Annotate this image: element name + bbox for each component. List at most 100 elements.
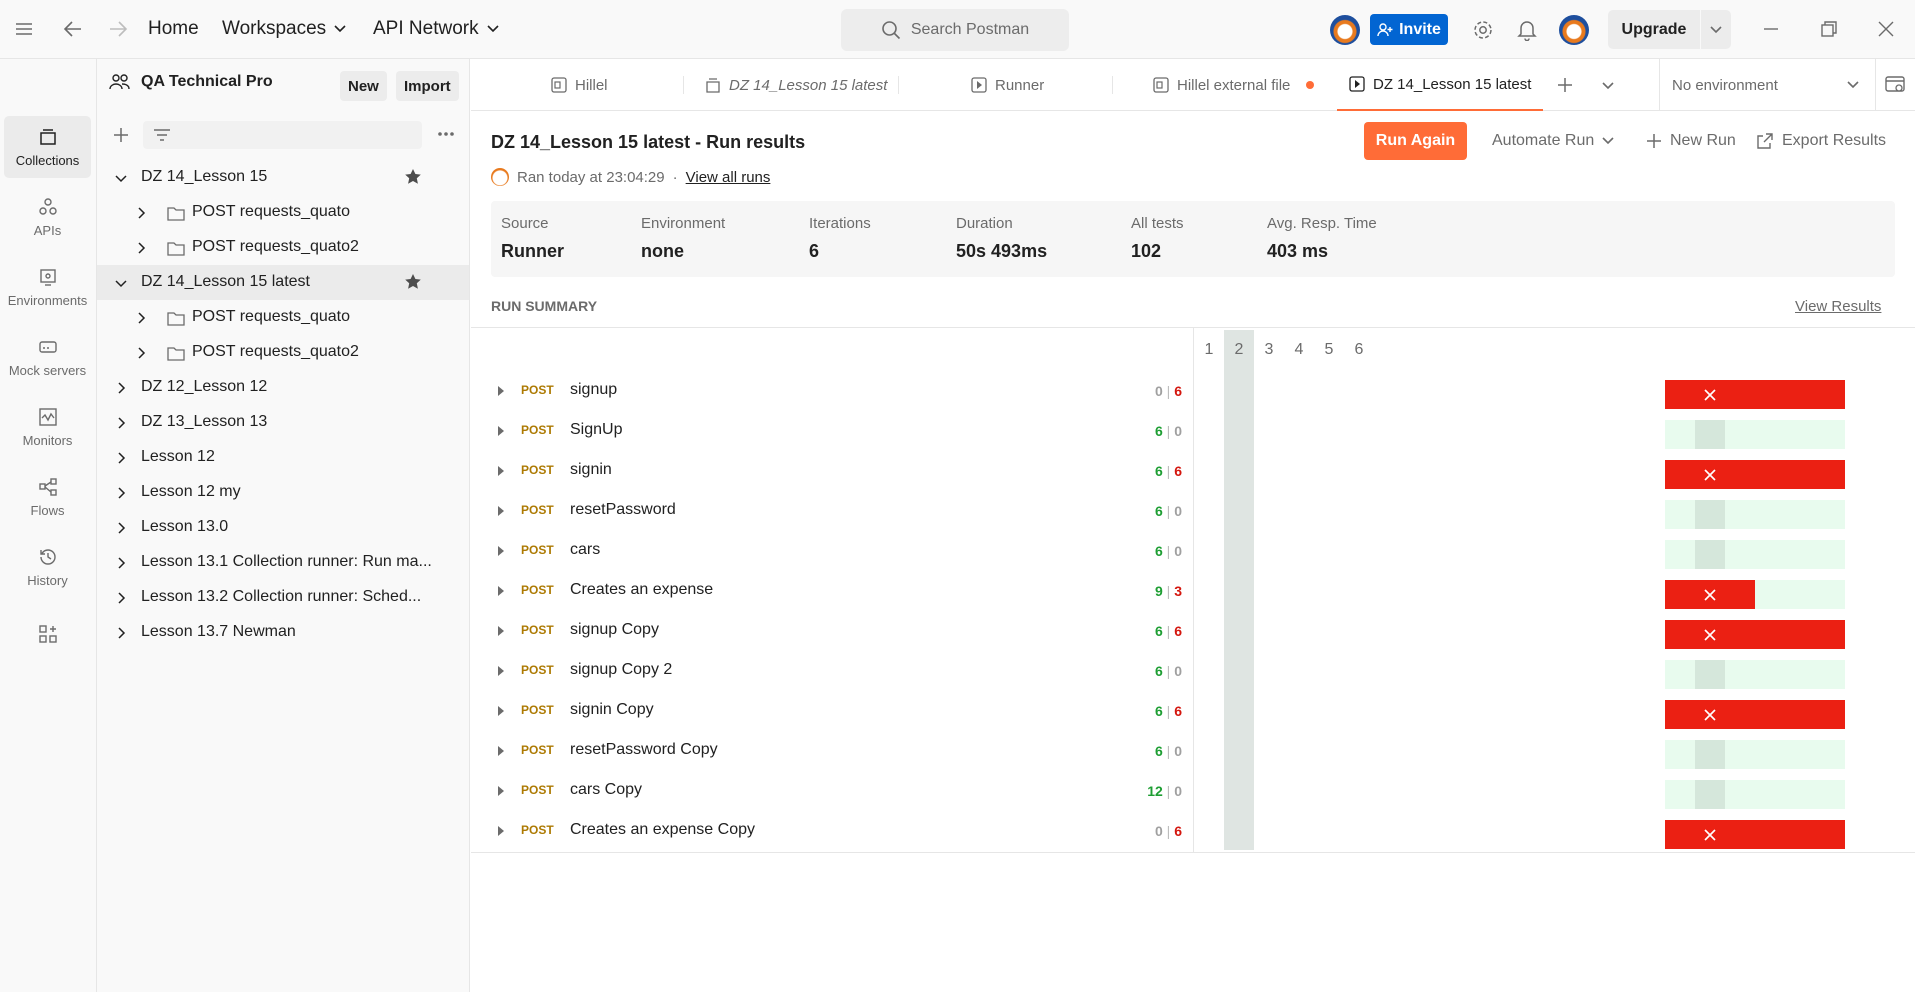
chevron-right-icon[interactable] <box>115 452 127 464</box>
iteration-number[interactable]: 6 <box>1344 341 1374 359</box>
iteration-number[interactable]: 2 <box>1224 341 1254 359</box>
chevron-down-icon[interactable] <box>115 277 127 289</box>
workspaces-menu[interactable]: Workspaces <box>222 18 346 40</box>
collection-item[interactable]: DZ 12_Lesson 12 <box>97 370 469 405</box>
team-avatar[interactable] <box>1330 15 1360 45</box>
new-tab-icon[interactable] <box>1557 77 1573 93</box>
upgrade-dropdown[interactable] <box>1701 10 1731 49</box>
collection-item[interactable]: DZ 13_Lesson 13 <box>97 405 469 440</box>
home-link[interactable]: Home <box>148 18 199 40</box>
add-collection-icon[interactable] <box>113 127 129 143</box>
rail-item-history[interactable]: History <box>4 536 91 598</box>
rail-item-flows[interactable]: Flows <box>4 466 91 528</box>
request-row[interactable]: POST signup Copy 6 | 6 <box>471 612 1915 652</box>
rail-item-apis[interactable]: APIs <box>4 186 91 248</box>
failed-x-icon[interactable] <box>1695 380 1725 409</box>
api-network-menu[interactable]: API Network <box>373 18 499 40</box>
chevron-right-icon[interactable] <box>115 592 127 604</box>
chevron-right-icon[interactable] <box>115 557 127 569</box>
more-options-icon[interactable] <box>437 131 455 137</box>
chevron-right-icon[interactable] <box>135 347 147 359</box>
folder-item[interactable]: POST requests_quato <box>97 195 469 230</box>
request-row[interactable]: POST signup 0 | 6 <box>471 372 1915 412</box>
upgrade-button[interactable]: Upgrade <box>1608 10 1700 49</box>
export-results-button[interactable]: Export Results <box>1756 122 1886 160</box>
configure-sidebar-icon[interactable] <box>4 612 91 656</box>
rail-item-monitors[interactable]: Monitors <box>4 396 91 458</box>
tab-hillel[interactable]: Hillel <box>551 59 608 111</box>
request-row[interactable]: POST resetPassword Copy 6 | 0 <box>471 732 1915 772</box>
tabs-dropdown-icon[interactable] <box>1602 82 1614 90</box>
restore-window-icon[interactable] <box>1820 20 1838 38</box>
iteration-number[interactable]: 1 <box>1194 341 1224 359</box>
view-results-link[interactable]: View Results <box>1795 298 1881 315</box>
forward-icon[interactable] <box>107 19 129 39</box>
rail-item-mock-servers[interactable]: Mock servers <box>4 326 91 388</box>
iteration-number[interactable]: 5 <box>1314 341 1344 359</box>
collection-item[interactable]: Lesson 13.7 Newman <box>97 615 469 650</box>
request-row[interactable]: POST signup Copy 26 | 0 <box>471 652 1915 692</box>
request-row[interactable]: POST signin Copy 6 | 6 <box>471 692 1915 732</box>
tab-collection-preview[interactable]: DZ 14_Lesson 15 latest <box>705 59 887 111</box>
folder-item[interactable]: POST requests_quato2 <box>97 230 469 265</box>
failed-x-icon[interactable] <box>1695 580 1725 609</box>
chevron-right-icon[interactable] <box>135 207 147 219</box>
star-icon[interactable] <box>404 273 422 291</box>
request-row[interactable]: POST Creates an expense Copy 0 | 6 <box>471 812 1915 852</box>
tab-run-results[interactable]: DZ 14_Lesson 15 latest <box>1337 59 1544 111</box>
minimize-window-icon[interactable] <box>1762 20 1780 38</box>
user-avatar[interactable] <box>1559 15 1589 45</box>
import-button[interactable]: Import <box>396 71 459 101</box>
chevron-right-icon[interactable] <box>115 382 127 394</box>
star-icon[interactable] <box>404 168 422 186</box>
rail-item-environments[interactable]: Environments <box>4 256 91 318</box>
view-all-runs-link[interactable]: View all runs <box>686 169 771 186</box>
collection-item[interactable]: DZ 14_Lesson 15 latest <box>97 265 469 300</box>
request-row[interactable]: POST cars Copy 12 | 0 <box>471 772 1915 812</box>
chevron-right-icon[interactable] <box>135 312 147 324</box>
collection-item[interactable]: Lesson 13.0 <box>97 510 469 545</box>
chevron-down-icon[interactable] <box>115 172 127 184</box>
new-button[interactable]: New <box>340 71 387 101</box>
close-window-icon[interactable] <box>1877 20 1895 38</box>
request-row[interactable]: POST signin 6 | 6 <box>471 452 1915 492</box>
tab-hillel-external-file[interactable]: Hillel external file <box>1153 59 1315 111</box>
chevron-right-icon[interactable] <box>115 487 127 499</box>
chevron-right-icon[interactable] <box>135 242 147 254</box>
request-row[interactable]: POST cars 6 | 0 <box>471 532 1915 572</box>
collection-item[interactable]: DZ 14_Lesson 15 <box>97 160 469 195</box>
collection-item[interactable]: Lesson 12 my <box>97 475 469 510</box>
chevron-right-icon[interactable] <box>115 627 127 639</box>
collection-item[interactable]: Lesson 13.2 Collection runner: Sched... <box>97 580 469 615</box>
failed-x-icon[interactable] <box>1695 460 1725 489</box>
back-icon[interactable] <box>62 19 84 39</box>
iteration-number[interactable]: 3 <box>1254 341 1284 359</box>
folder-item[interactable]: POST requests_quato2 <box>97 335 469 370</box>
chevron-right-icon[interactable] <box>115 417 127 429</box>
passed-count: 6 <box>1154 623 1163 639</box>
collection-item[interactable]: Lesson 13.1 Collection runner: Run ma... <box>97 545 469 580</box>
folder-item[interactable]: POST requests_quato <box>97 300 469 335</box>
search-input[interactable]: Search Postman <box>841 9 1069 51</box>
request-row[interactable]: POST Creates an expense 9 | 3 <box>471 572 1915 612</box>
notifications-icon[interactable] <box>1517 19 1537 41</box>
settings-icon[interactable] <box>1472 19 1494 41</box>
failed-x-icon[interactable] <box>1695 700 1725 729</box>
invite-button[interactable]: Invite <box>1370 14 1448 45</box>
environment-quick-look-icon[interactable] <box>1885 75 1905 95</box>
filter-input[interactable] <box>143 121 422 149</box>
failed-x-icon[interactable] <box>1695 620 1725 649</box>
automate-run-button[interactable]: Automate Run <box>1492 122 1614 160</box>
run-again-button[interactable]: Run Again <box>1364 122 1467 160</box>
request-row[interactable]: POST SignUp 6 | 0 <box>471 412 1915 452</box>
chevron-right-icon[interactable] <box>115 522 127 534</box>
failed-x-icon[interactable] <box>1695 820 1725 849</box>
collection-item[interactable]: Lesson 12 <box>97 440 469 475</box>
new-run-button[interactable]: New Run <box>1646 122 1736 160</box>
tab-runner[interactable]: Runner <box>971 59 1044 111</box>
request-row[interactable]: POST resetPassword 6 | 0 <box>471 492 1915 532</box>
menu-icon[interactable] <box>14 19 34 39</box>
iteration-number[interactable]: 4 <box>1284 341 1314 359</box>
rail-item-collections[interactable]: Collections <box>4 116 91 178</box>
environment-selector[interactable]: No environment <box>1659 59 1859 111</box>
